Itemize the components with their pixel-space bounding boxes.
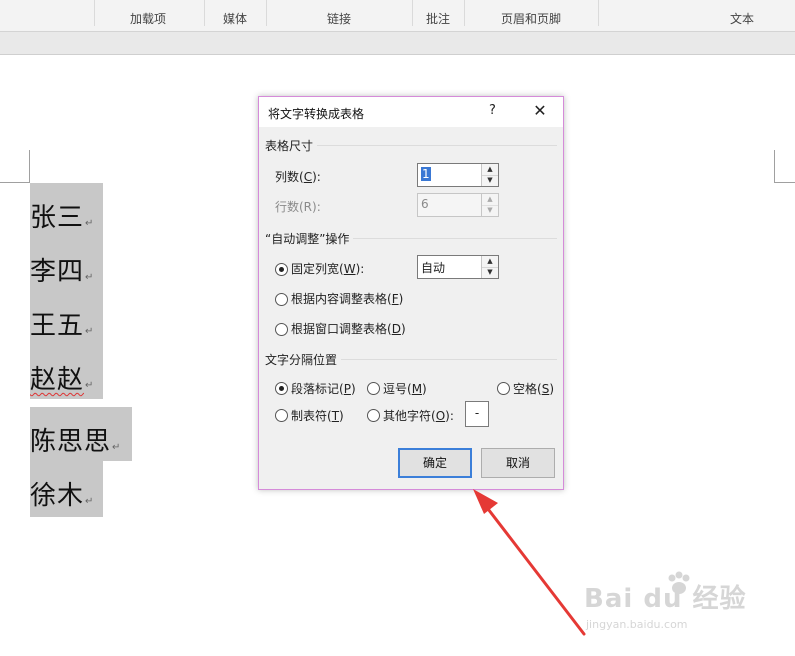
paw-logo-icon [668, 571, 690, 594]
baidu-watermark: Bai du 经验 jingyan.baidu.com [584, 571, 747, 631]
watermark-site: jingyan.baidu.com [586, 618, 688, 631]
annotation-arrow-icon [473, 489, 586, 636]
